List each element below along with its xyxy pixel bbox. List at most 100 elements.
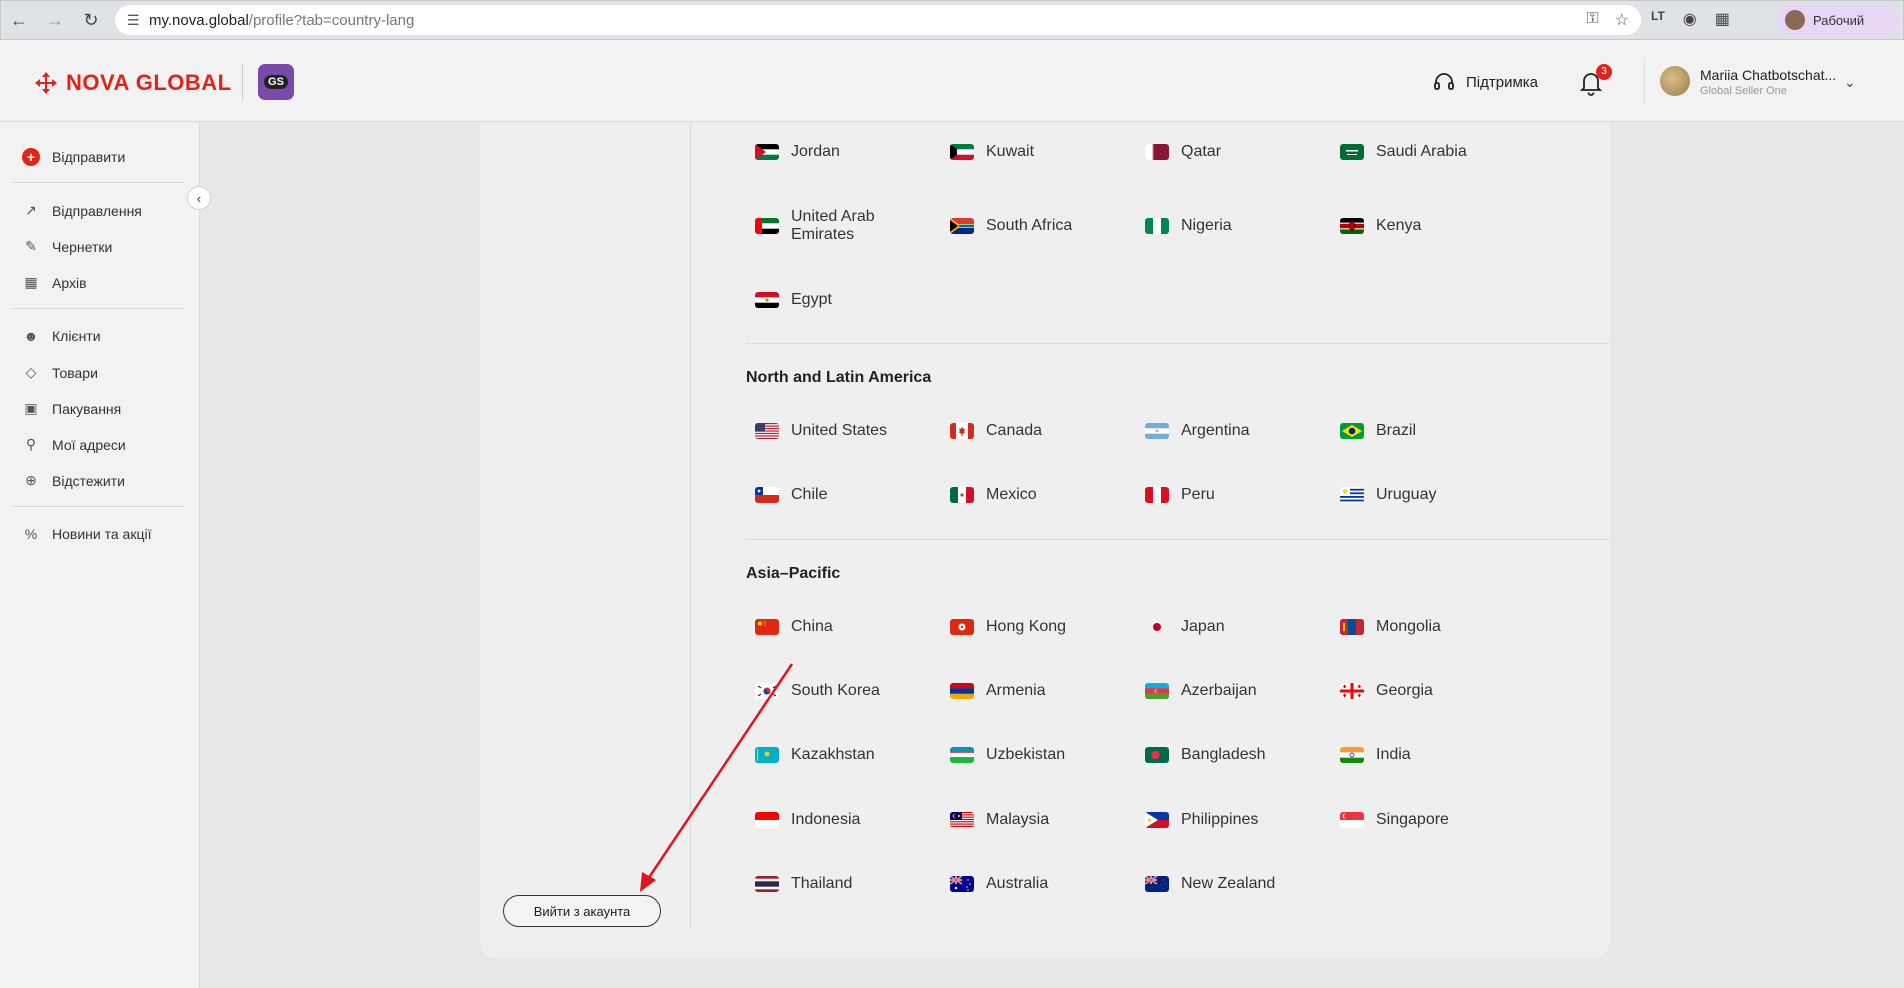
country-option-hongkong[interactable]: Hong Kong — [950, 615, 1140, 639]
kenya-flag-icon — [1340, 218, 1364, 234]
country-option-australia[interactable]: Australia — [950, 872, 1140, 896]
country-option-newzealand[interactable]: New Zealand — [1145, 872, 1335, 896]
headset-icon — [1434, 73, 1454, 90]
country-option-japan[interactable]: Japan — [1145, 615, 1335, 639]
country-option-uruguay[interactable]: Uruguay — [1340, 483, 1530, 507]
mexico-flag-icon — [950, 487, 974, 503]
country-name: Saudi Arabia — [1376, 143, 1467, 160]
region-title-asia: Asia–Pacific — [746, 565, 841, 582]
country-option-kenya[interactable]: Kenya — [1340, 214, 1530, 238]
support-link[interactable]: Підтримка — [1432, 70, 1538, 94]
country-option-mexico[interactable]: Mexico — [950, 483, 1140, 507]
country-option-jordan[interactable]: Jordan — [755, 140, 945, 164]
sidebar-item-addresses[interactable]: ⚲ Мої адреси — [22, 436, 126, 453]
nova-logo-icon — [35, 72, 57, 94]
camera-icon[interactable]: ◉ — [1683, 9, 1697, 29]
country-option-bangladesh[interactable]: Bangladesh — [1145, 743, 1335, 767]
sidebar-item-label: Новини та акції — [52, 526, 152, 542]
profile-card — [480, 122, 1610, 958]
country-name: New Zealand — [1181, 875, 1276, 892]
chile-flag-icon — [755, 487, 779, 503]
reload-icon[interactable]: ↻ — [73, 2, 109, 38]
country-name: Azerbaijan — [1181, 682, 1257, 699]
forward-icon[interactable]: → — [37, 2, 73, 38]
country-option-egypt[interactable]: Egypt — [755, 288, 945, 312]
sidebar-item-track[interactable]: ⊕ Відстежити — [22, 472, 125, 489]
password-key-icon[interactable]: ⚿ — [1586, 10, 1598, 30]
sidebar-item-news[interactable]: % Новини та акції — [22, 526, 152, 542]
logout-button[interactable]: Вийти з акаунта — [503, 895, 661, 927]
sidebar-item-label: Товари — [52, 364, 98, 381]
sidebar-item-packaging[interactable]: ▣ Пакування — [22, 400, 121, 417]
us-flag-icon — [755, 423, 779, 439]
country-option-thailand[interactable]: Thailand — [755, 872, 945, 896]
logo-divider — [242, 64, 243, 100]
user-organization: Global Seller One — [1700, 85, 1787, 97]
country-name: Japan — [1181, 618, 1225, 635]
global-seller-badge[interactable]: GS — [258, 64, 294, 100]
user-avatar[interactable] — [1660, 66, 1690, 96]
users-icon: ☻ — [23, 328, 39, 344]
country-option-argentina[interactable]: Argentina — [1145, 419, 1335, 443]
country-name: Jordan — [791, 143, 840, 160]
sidebar-item-archive[interactable]: ▦ Архів — [22, 274, 86, 291]
address-bar[interactable]: ☰ my.nova.global/profile?tab=country-lan… — [115, 5, 1641, 35]
country-option-nigeria[interactable]: Nigeria — [1145, 214, 1335, 238]
country-name: India — [1376, 746, 1411, 763]
country-option-brazil[interactable]: Brazil — [1340, 419, 1530, 443]
country-option-india[interactable]: India — [1340, 743, 1530, 767]
country-option-armenia[interactable]: Armenia — [950, 679, 1140, 703]
package-icon: ▣ — [24, 400, 38, 416]
country-option-china[interactable]: China — [755, 615, 945, 639]
sidebar: + Відправити ↗ Відправлення ✎ Чернетки ▦… — [0, 122, 200, 988]
sidebar-item-goods[interactable]: ◇ Товари — [22, 364, 98, 381]
country-option-saudi[interactable]: Saudi Arabia — [1340, 140, 1530, 164]
sidebar-item-clients[interactable]: ☻ Клієнти — [22, 328, 101, 344]
peru-flag-icon — [1145, 487, 1169, 503]
country-option-singapore[interactable]: Singapore — [1340, 808, 1530, 832]
sidebar-collapse-button[interactable]: ‹ — [187, 186, 211, 210]
user-name[interactable]: Mariia Chatbotschat... — [1700, 67, 1836, 83]
extensions-icon[interactable]: ▦ — [1715, 9, 1730, 29]
chevron-down-icon[interactable]: ⌄ — [1844, 74, 1856, 91]
country-option-azerbaijan[interactable]: Azerbaijan — [1145, 679, 1335, 703]
browser-profile-button[interactable]: Рабочий — [1777, 5, 1899, 35]
back-icon[interactable]: ← — [1, 2, 37, 38]
country-option-philippines[interactable]: Philippines — [1145, 808, 1335, 832]
country-option-southafrica[interactable]: South Africa — [950, 214, 1140, 238]
country-option-canada[interactable]: Canada — [950, 419, 1140, 443]
country-option-kazakhstan[interactable]: Kazakhstan — [755, 743, 945, 767]
country-option-malaysia[interactable]: Malaysia — [950, 808, 1140, 832]
country-option-chile[interactable]: Chile — [755, 483, 945, 507]
country-option-peru[interactable]: Peru — [1145, 483, 1335, 507]
india-flag-icon — [1340, 747, 1364, 763]
armenia-flag-icon — [950, 683, 974, 699]
country-option-uzbekistan[interactable]: Uzbekistan — [950, 743, 1140, 767]
country-option-indonesia[interactable]: Indonesia — [755, 808, 945, 832]
sidebar-item-drafts[interactable]: ✎ Чернетки — [22, 238, 112, 255]
indonesia-flag-icon — [755, 812, 779, 828]
country-option-uae[interactable]: United Arab Emirates — [755, 206, 945, 246]
bookmark-star-icon[interactable]: ☆ — [1615, 10, 1629, 30]
site-settings-icon[interactable]: ☰ — [127, 12, 149, 29]
country-option-korea[interactable]: South Korea — [755, 679, 945, 703]
canada-flag-icon — [950, 423, 974, 439]
country-option-qatar[interactable]: Qatar — [1145, 140, 1335, 164]
korea-flag-icon — [755, 683, 779, 699]
country-name: Indonesia — [791, 811, 861, 828]
sidebar-item-shipments[interactable]: ↗ Відправлення — [22, 202, 142, 219]
crosshair-icon: ⊕ — [25, 472, 37, 488]
extension-lt-icon[interactable]: LT — [1651, 9, 1665, 29]
country-option-georgia[interactable]: Georgia — [1340, 679, 1530, 703]
archive-box-icon: ▦ — [24, 274, 38, 290]
country-option-mongolia[interactable]: Mongolia — [1340, 615, 1530, 639]
sidebar-item-send[interactable]: + Відправити — [22, 148, 125, 166]
country-option-kuwait[interactable]: Kuwait — [950, 140, 1140, 164]
edit-icon: ✎ — [25, 238, 37, 254]
country-name: Hong Kong — [986, 618, 1067, 635]
country-name: Singapore — [1376, 811, 1449, 828]
country-option-us[interactable]: United States — [755, 419, 945, 443]
country-name: Uzbekistan — [986, 746, 1066, 763]
singapore-flag-icon — [1340, 812, 1364, 828]
nova-global-logo[interactable]: NOVA GLOBAL — [34, 70, 232, 96]
